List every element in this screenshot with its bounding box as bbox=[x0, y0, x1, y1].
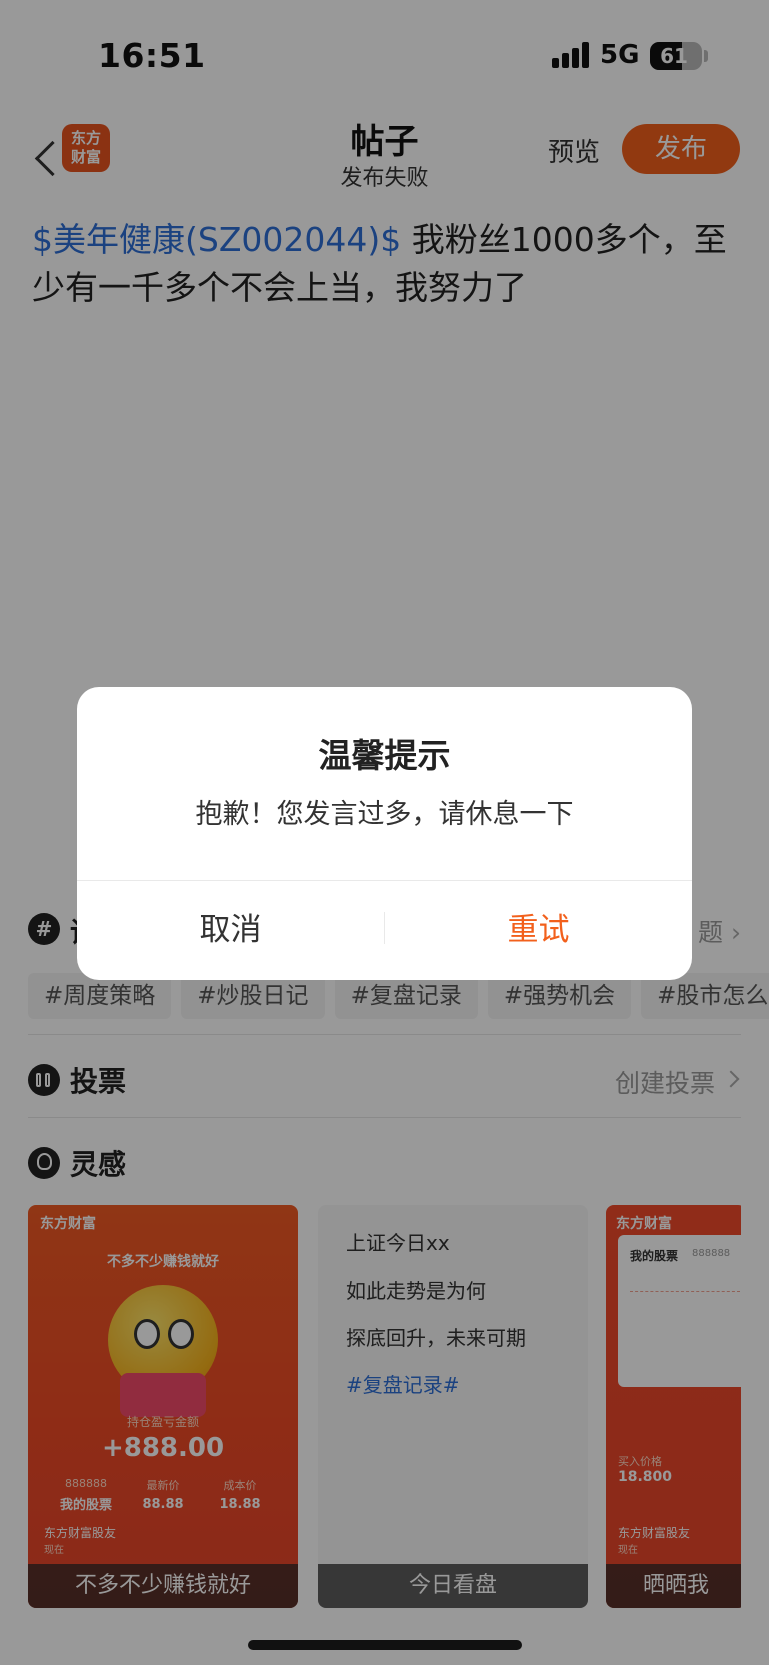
retry-button[interactable]: 重试 bbox=[385, 881, 692, 980]
alert-dialog: 温馨提示 抱歉！您发言过多，请休息一下 取消 重试 bbox=[77, 687, 692, 980]
cancel-button[interactable]: 取消 bbox=[77, 881, 384, 980]
dialog-message: 抱歉！您发言过多，请休息一下 bbox=[195, 799, 574, 830]
home-indicator bbox=[248, 1640, 522, 1650]
dialog-title: 温馨提示 bbox=[318, 736, 451, 775]
